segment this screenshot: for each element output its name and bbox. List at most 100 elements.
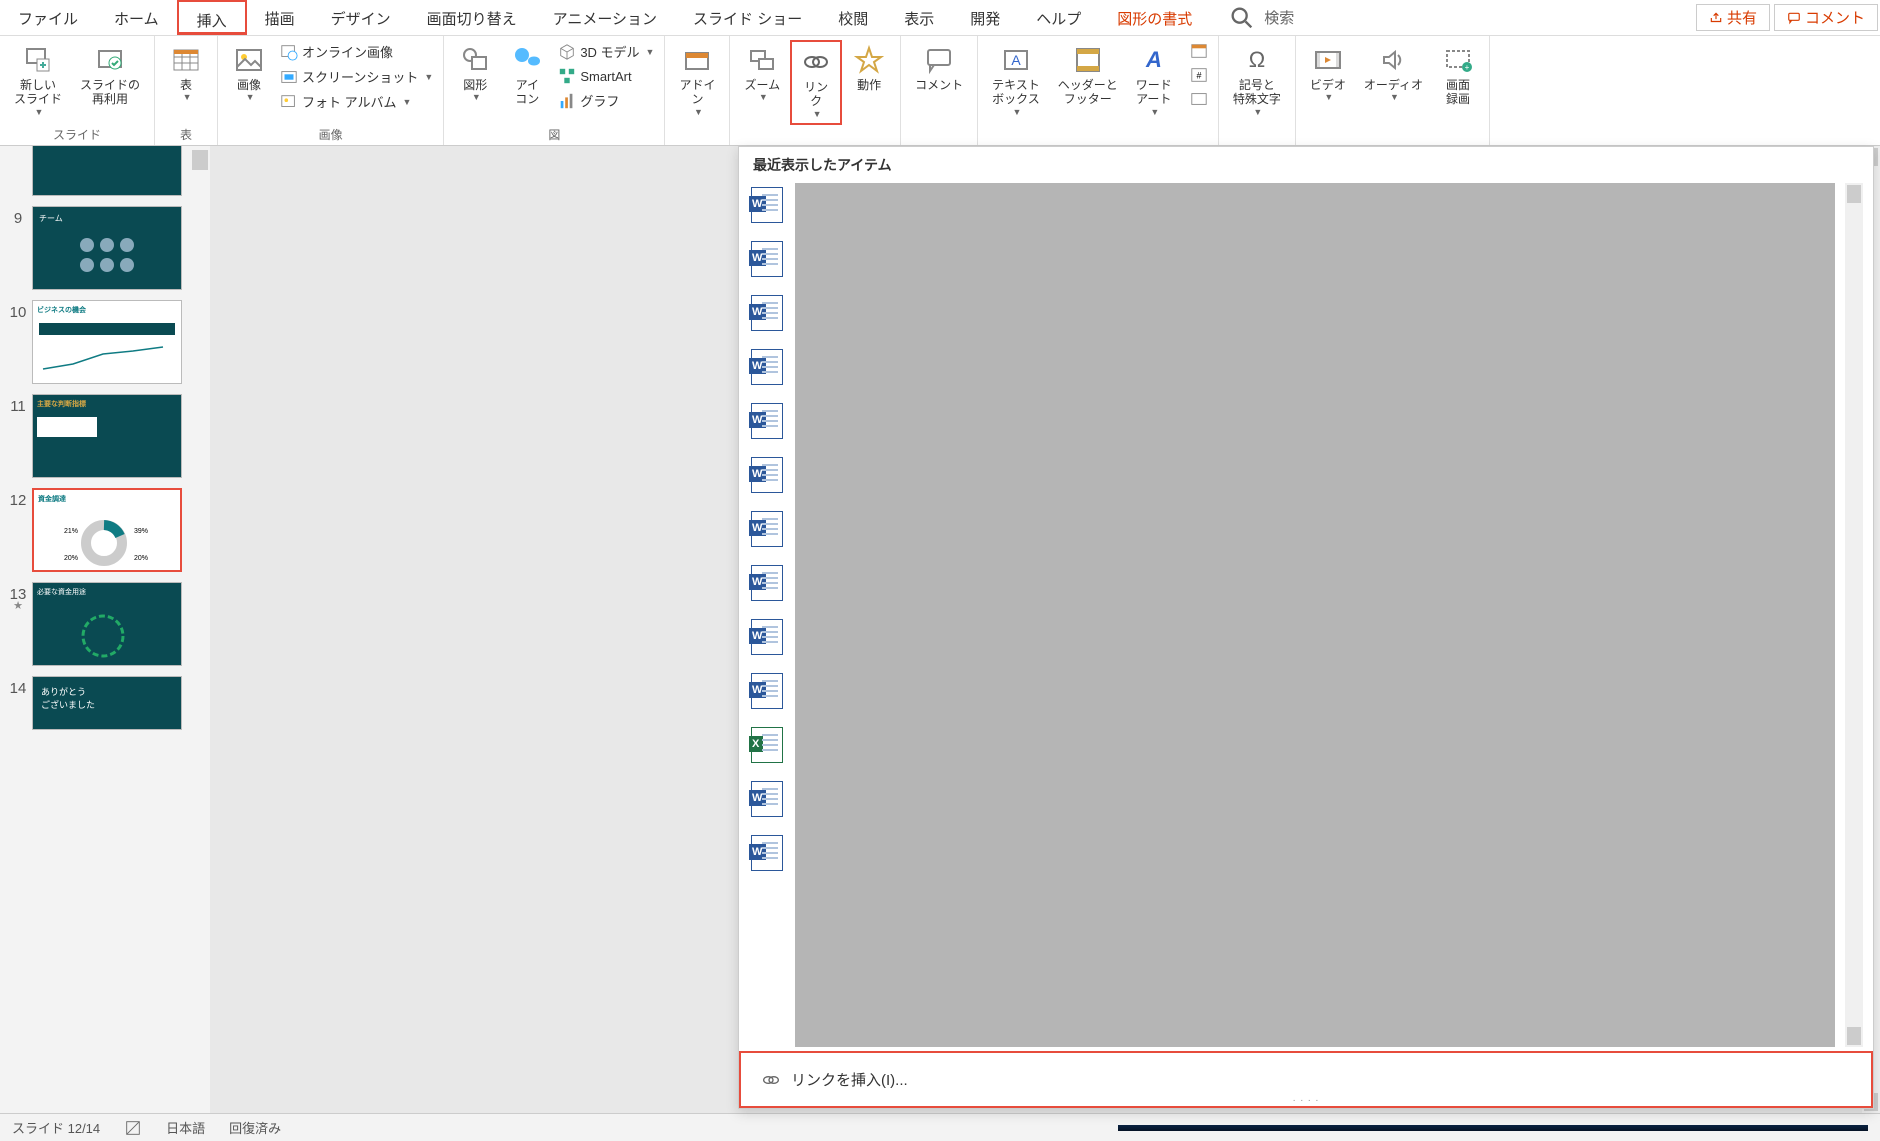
audio-button[interactable]: オーディオ ▼ <box>1356 40 1431 106</box>
tab-home[interactable]: ホーム <box>96 0 177 35</box>
addins-button[interactable]: アドイ ン ▼ <box>671 40 723 121</box>
screenrec-button[interactable]: + 画面 録画 <box>1433 40 1483 111</box>
recent-item[interactable] <box>751 457 783 493</box>
insert-link-menu-item[interactable]: リンクを挿入(I)... . . . . <box>739 1051 1873 1108</box>
image-label: 画像 <box>237 78 261 92</box>
table-label: 表 <box>180 78 192 92</box>
tab-developer[interactable]: 開発 <box>952 0 1018 35</box>
action-button[interactable]: 動作 <box>844 40 894 96</box>
headerfooter-button[interactable]: ヘッダーと フッター <box>1050 40 1126 111</box>
tab-insert[interactable]: 挿入 <box>177 0 247 35</box>
recent-items-list[interactable] <box>749 183 785 1047</box>
tab-file[interactable]: ファイル <box>0 0 96 35</box>
link-label: リン ク <box>804 80 828 109</box>
thumb-scrollbar[interactable] <box>192 150 208 170</box>
recovery-status[interactable]: 回復済み <box>229 1118 281 1137</box>
screenshot-label: スクリーンショット <box>302 67 418 86</box>
recent-item[interactable] <box>751 295 783 331</box>
tab-transitions[interactable]: 画面切り替え <box>409 0 535 35</box>
zoom-label: ズーム <box>744 78 780 92</box>
tab-slideshow[interactable]: スライド ショー <box>675 0 820 35</box>
photo-album-label: フォト アルバム <box>302 92 396 111</box>
scroll-up-icon[interactable] <box>1847 185 1861 203</box>
shapes-label: 図形 <box>463 78 487 92</box>
recent-item[interactable] <box>751 187 783 223</box>
panel-scrollbar[interactable] <box>1845 183 1863 1047</box>
tab-shape-format[interactable]: 図形の書式 <box>1099 0 1210 35</box>
screenshot-icon <box>280 68 298 86</box>
comment-insert-button[interactable]: コメント <box>907 40 971 96</box>
insert-link-label: リンクを挿入(I)... <box>791 1069 908 1090</box>
recent-item[interactable] <box>751 565 783 601</box>
photo-album-button[interactable]: フォト アルバム▼ <box>276 90 437 113</box>
tab-search[interactable]: 検索 <box>1210 0 1312 35</box>
slide-counter[interactable]: スライド 12/14 <box>12 1118 100 1137</box>
recent-item[interactable] <box>751 835 783 871</box>
action-label: 動作 <box>857 78 881 92</box>
thumbnail-panel[interactable]: 9 チーム 10 ビジネスの機会 11 主要な判断指標 12 資金調達21%39… <box>0 146 210 1113</box>
thumb-row-14[interactable]: 14 ありがとうございました <box>4 676 206 730</box>
search-icon <box>1228 4 1256 32</box>
zoom-button[interactable]: ズーム ▼ <box>736 40 788 106</box>
date-button[interactable] <box>1186 40 1212 62</box>
recent-item[interactable] <box>751 349 783 385</box>
recent-item[interactable] <box>751 673 783 709</box>
share-label: 共有 <box>1727 7 1757 28</box>
share-button[interactable]: 共有 <box>1696 4 1770 31</box>
textbox-button[interactable]: A テキスト ボックス ▼ <box>984 40 1048 121</box>
thumb-num-10: 10 <box>4 300 32 321</box>
new-slide-label: 新しい スライド <box>14 78 62 107</box>
reuse-slide-icon <box>95 45 125 75</box>
group-symbols: Ω 記号と 特殊文字 ▼ <box>1219 36 1296 145</box>
accessibility-icon[interactable] <box>124 1119 142 1137</box>
reuse-slide-button[interactable]: スライドの 再利用 <box>72 40 148 111</box>
chart-button[interactable]: グラフ <box>554 89 658 112</box>
tab-view[interactable]: 表示 <box>886 0 952 35</box>
recent-item[interactable] <box>751 727 783 763</box>
recent-item[interactable] <box>751 403 783 439</box>
smartart-button[interactable]: SmartArt <box>554 65 658 87</box>
tab-animations[interactable]: アニメーション <box>535 0 675 35</box>
group-addins: アドイ ン ▼ <box>665 36 730 145</box>
addins-icon <box>682 45 712 75</box>
tab-help[interactable]: ヘルプ <box>1018 0 1099 35</box>
recent-item[interactable] <box>751 241 783 277</box>
tab-design[interactable]: デザイン <box>313 0 409 35</box>
tab-review[interactable]: 校閲 <box>820 0 886 35</box>
language-indicator[interactable]: 日本語 <box>166 1118 205 1137</box>
thumb-row-13[interactable]: 13★ 必要な資金用途 <box>4 582 206 666</box>
comment-button[interactable]: コメント <box>1774 4 1878 31</box>
link-button[interactable]: リン ク ▼ <box>790 40 842 125</box>
wordart-button[interactable]: A ワード アート ▼ <box>1128 40 1180 121</box>
image-button[interactable]: 画像 ▼ <box>224 40 274 106</box>
group-comment: コメント <box>901 36 978 145</box>
shapes-button[interactable]: 図形 ▼ <box>450 40 500 106</box>
thumb-row-12[interactable]: 12 資金調達21%39%20%20% <box>4 488 206 572</box>
screenshot-button[interactable]: スクリーンショット▼ <box>276 65 437 88</box>
online-images-button[interactable]: オンライン画像 <box>276 40 437 63</box>
ribbon: 新しい スライド ▼ スライドの 再利用 スライド 表 ▼ 表 画像 ▼ <box>0 36 1880 146</box>
audio-label: オーディオ <box>1364 78 1423 92</box>
online-images-icon <box>280 43 298 61</box>
tab-draw[interactable]: 描画 <box>247 0 313 35</box>
headerfooter-label: ヘッダーと フッター <box>1058 78 1118 107</box>
symbols-button[interactable]: Ω 記号と 特殊文字 ▼ <box>1225 40 1289 121</box>
recent-item[interactable] <box>751 781 783 817</box>
table-button[interactable]: 表 ▼ <box>161 40 211 106</box>
slidenum-button[interactable]: # <box>1186 64 1212 86</box>
recent-item[interactable] <box>751 511 783 547</box>
video-button[interactable]: ビデオ ▼ <box>1302 40 1354 106</box>
textbox-icon: A <box>1001 45 1031 75</box>
thumb-row-10[interactable]: 10 ビジネスの機会 <box>4 300 206 384</box>
recent-item[interactable] <box>751 619 783 655</box>
online-images-label: オンライン画像 <box>302 42 393 61</box>
icons-button[interactable]: アイ コン <box>502 40 552 111</box>
status-bar: スライド 12/14 日本語 回復済み <box>0 1113 1880 1141</box>
scroll-down-icon[interactable] <box>1847 1027 1861 1045</box>
thumb-row-8[interactable] <box>4 146 206 196</box>
3d-models-button[interactable]: 3D モデル▼ <box>554 40 658 63</box>
thumb-row-11[interactable]: 11 主要な判断指標 <box>4 394 206 478</box>
new-slide-button[interactable]: 新しい スライド ▼ <box>6 40 70 121</box>
thumb-row-9[interactable]: 9 チーム <box>4 206 206 290</box>
object-button[interactable] <box>1186 88 1212 110</box>
